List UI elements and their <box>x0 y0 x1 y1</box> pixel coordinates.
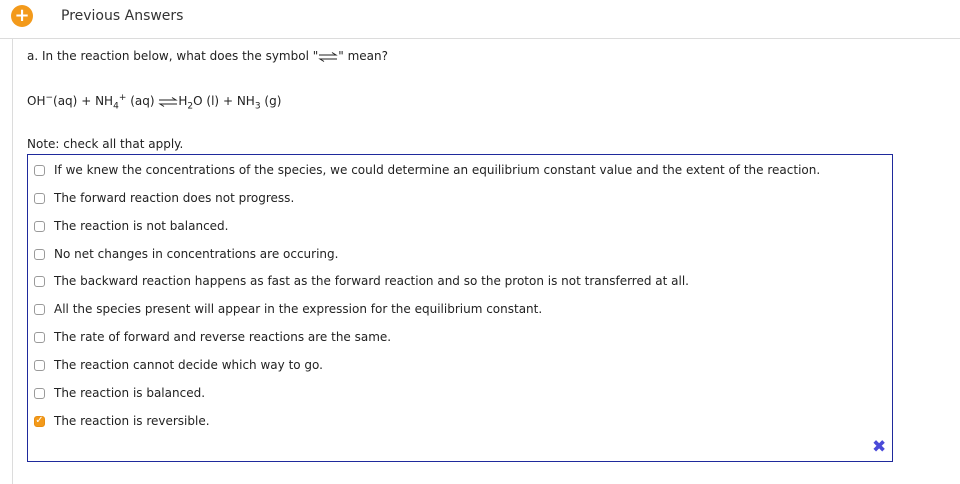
equilibrium-arrows-icon <box>158 96 179 107</box>
checkbox[interactable] <box>34 192 45 204</box>
option-label: The reaction is reversible. <box>54 414 210 428</box>
option-label: The reaction cannot decide which way to … <box>54 358 323 372</box>
expand-plus-icon[interactable]: + <box>11 5 33 27</box>
option-row[interactable]: The reaction cannot decide which way to … <box>34 355 323 375</box>
product-water-o: O <box>193 94 203 108</box>
option-label: The forward reaction does not progress. <box>54 191 295 205</box>
product-ammonia: NH <box>236 94 255 108</box>
option-row[interactable]: No net changes in concentrations are occ… <box>34 244 338 264</box>
option-label: All the species present will appear in t… <box>54 302 543 316</box>
ammonium-charge: + <box>118 93 127 103</box>
previous-answers-link[interactable]: Previous Answers <box>61 8 183 24</box>
option-row[interactable]: The rate of forward and reverse reaction… <box>34 327 391 347</box>
question-prefix: a. In the reaction below, what does the … <box>27 49 319 63</box>
water-state: (l) <box>206 94 220 108</box>
option-label: If we knew the concentrations of the spe… <box>54 163 821 177</box>
option-row[interactable]: The forward reaction does not progress. <box>34 188 294 208</box>
plus-sign: + <box>222 94 233 108</box>
checkbox[interactable] <box>34 387 45 399</box>
question-panel: a. In the reaction below, what does the … <box>12 38 960 484</box>
option-label: The reaction is not balanced. <box>54 219 229 233</box>
checkbox[interactable] <box>34 275 45 287</box>
option-row[interactable]: The reaction is balanced. <box>34 383 205 403</box>
hydroxide-charge: − <box>45 93 54 103</box>
question-text: a. In the reaction below, what does the … <box>27 49 388 63</box>
question-suffix: " mean? <box>338 49 388 63</box>
option-row[interactable]: The backward reaction happens as fast as… <box>34 271 689 291</box>
checkbox[interactable] <box>34 331 45 343</box>
hydroxide-state: (aq) <box>53 94 78 108</box>
ammonia-subscript: 3 <box>254 101 261 112</box>
checkbox[interactable] <box>34 303 45 315</box>
option-label: The rate of forward and reverse reaction… <box>54 330 392 344</box>
reaction-equation: OH−(aq) + NH4+ (aq) H2O (l) + NH3 (g) <box>27 93 281 111</box>
option-row[interactable]: If we knew the concentrations of the spe… <box>34 160 820 180</box>
instruction-note: Note: check all that apply. <box>27 137 184 151</box>
checkbox-checked[interactable]: ✓ <box>34 415 45 427</box>
plus-sign: + <box>81 94 92 108</box>
incorrect-x-icon: ✖ <box>872 437 887 457</box>
ammonium-state: (aq) <box>130 94 155 108</box>
answer-options-box: If we knew the concentrations of the spe… <box>27 154 893 462</box>
checkbox[interactable] <box>34 164 45 176</box>
option-label: No net changes in concentrations are occ… <box>54 247 339 261</box>
reactant-hydroxide: OH <box>27 94 46 108</box>
ammonia-state: (g) <box>264 94 282 108</box>
equilibrium-arrows-icon <box>318 51 339 62</box>
option-label: The backward reaction happens as fast as… <box>54 274 689 288</box>
option-row[interactable]: ✓ The reaction is reversible. <box>34 411 210 431</box>
checkbox[interactable] <box>34 220 45 232</box>
reactant-ammonium: NH <box>95 94 114 108</box>
option-row[interactable]: All the species present will appear in t… <box>34 299 542 319</box>
top-bar: + Previous Answers <box>0 0 960 39</box>
option-row[interactable]: The reaction is not balanced. <box>34 216 228 236</box>
checkbox[interactable] <box>34 359 45 371</box>
option-label: The reaction is balanced. <box>54 386 206 400</box>
checkbox[interactable] <box>34 248 45 260</box>
